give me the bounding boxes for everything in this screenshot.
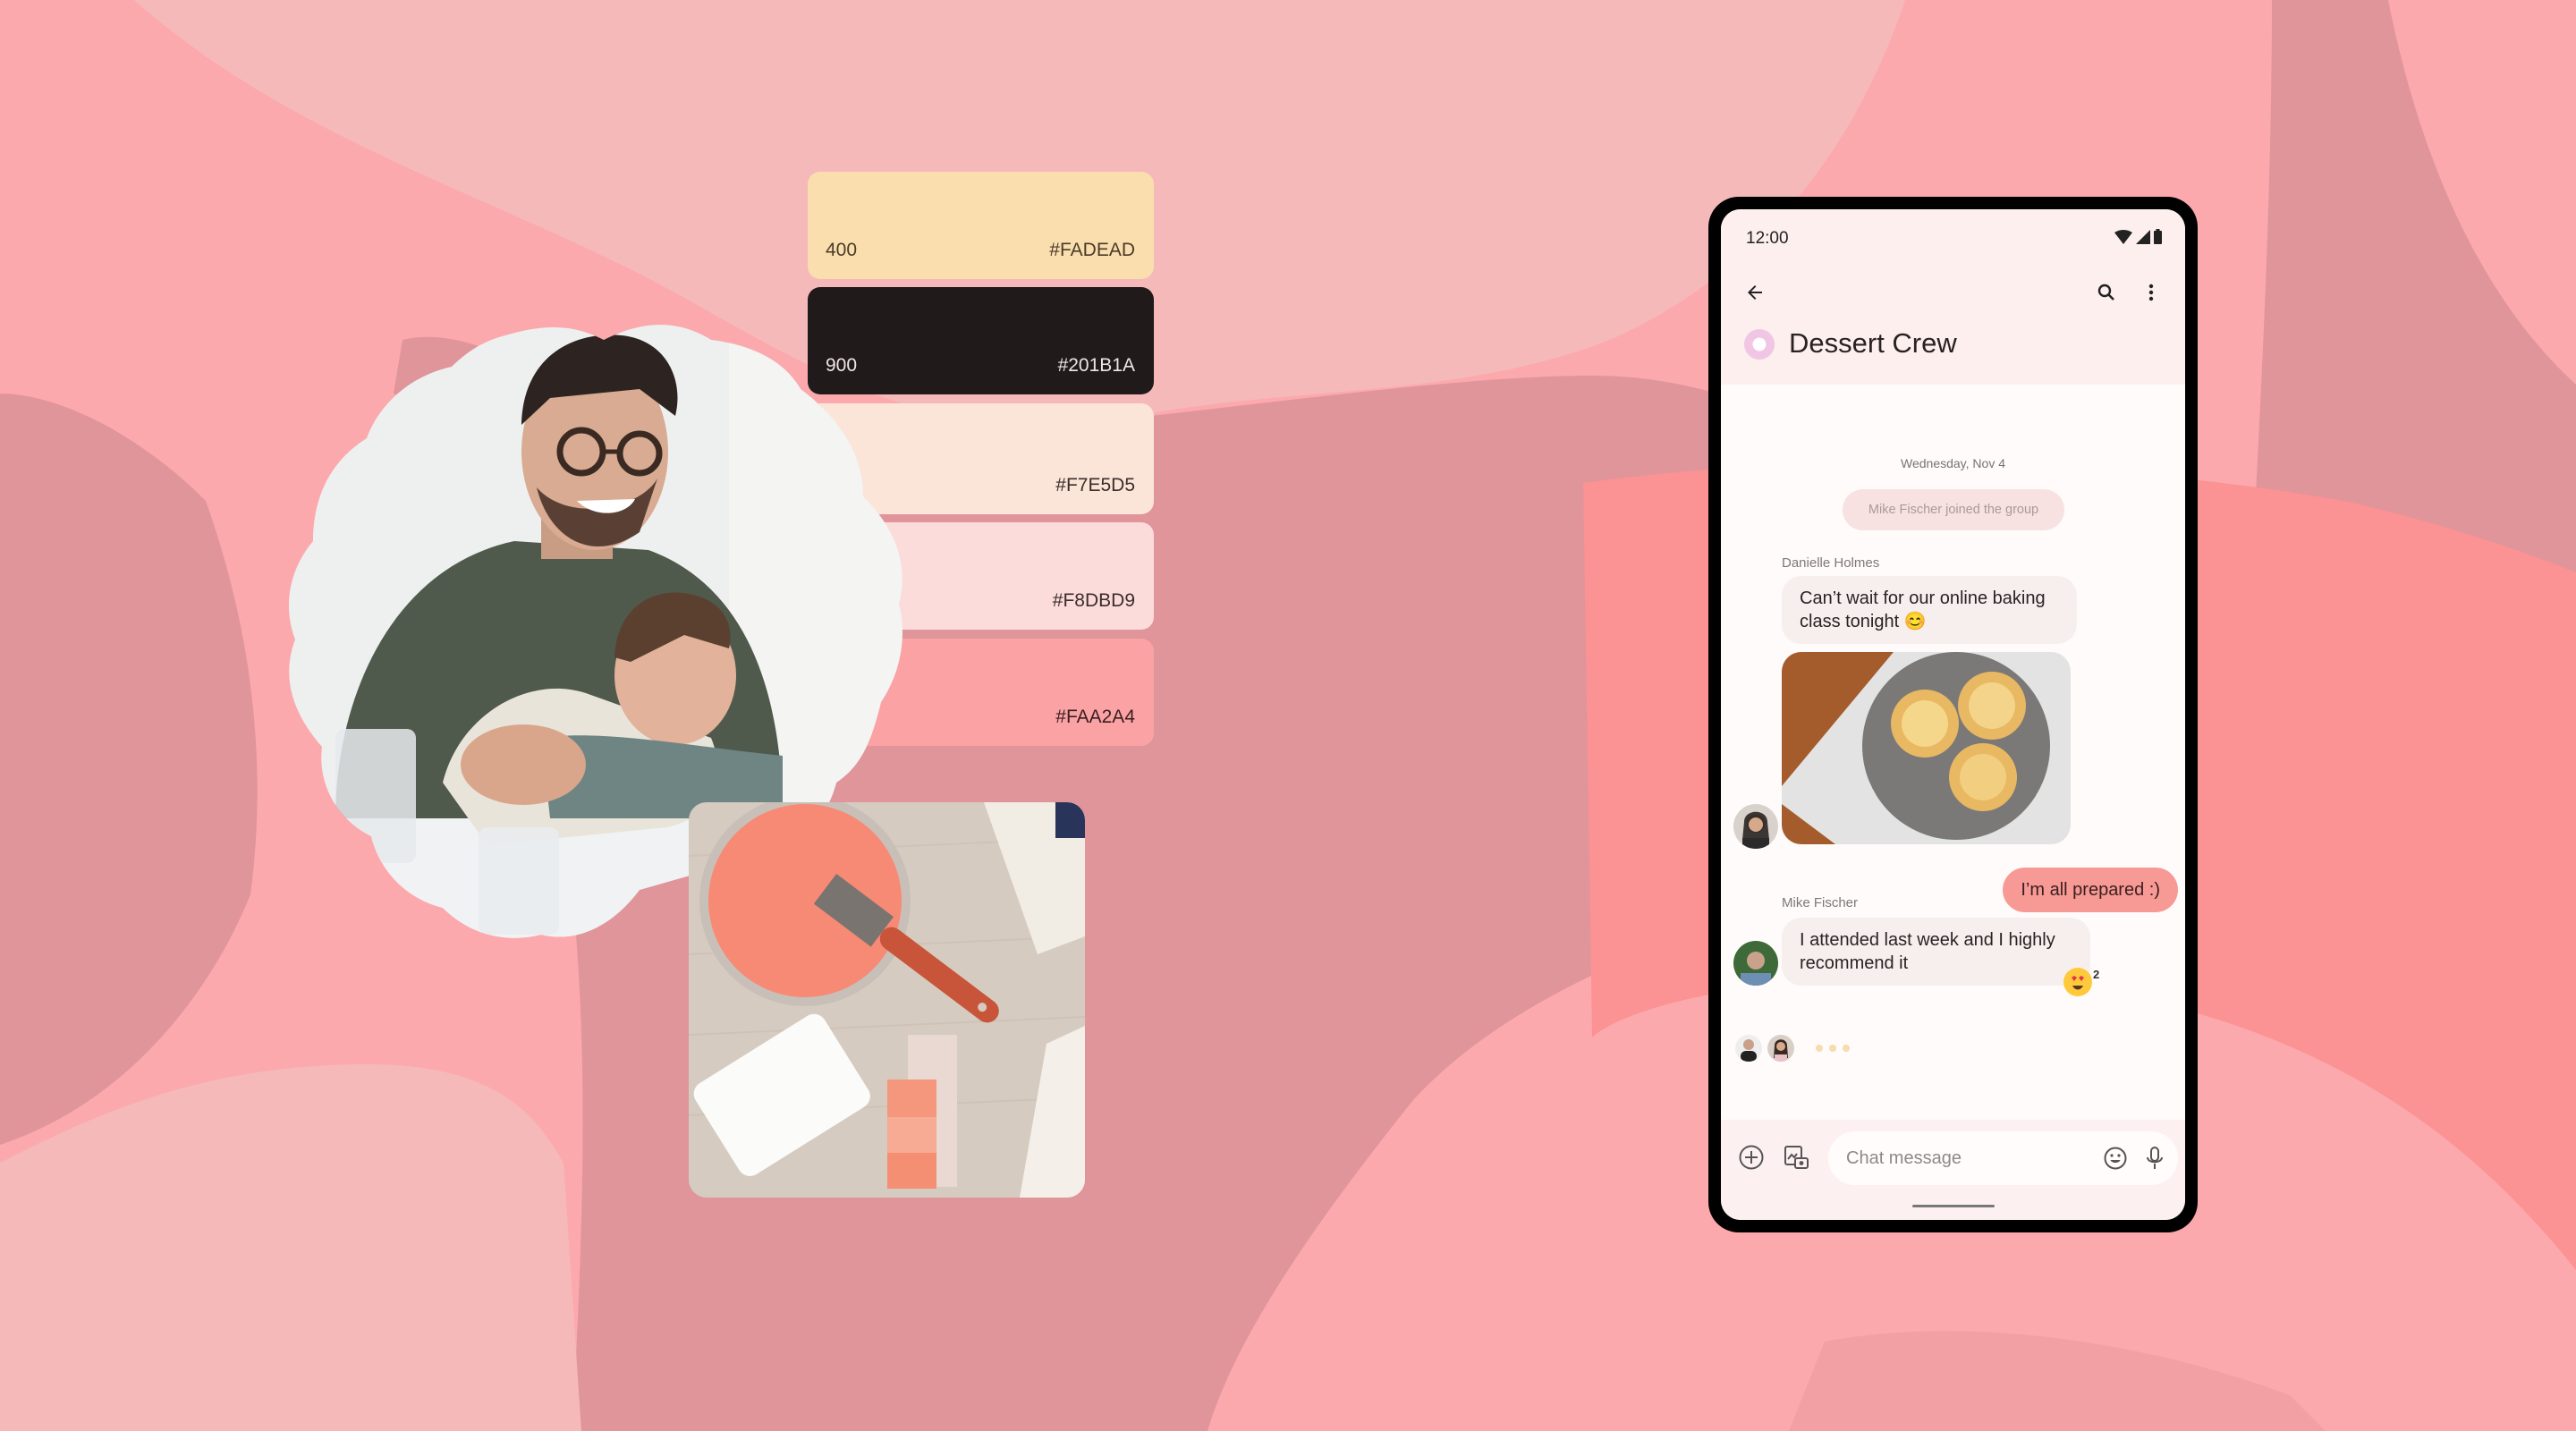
message-bubble-outgoing[interactable]: I’m all prepared :)	[2003, 868, 2178, 912]
swatch-hex: #FADEAD	[1049, 240, 1135, 260]
more-options-button[interactable]	[2133, 275, 2169, 310]
color-swatch-400: 400 #FADEAD	[808, 172, 1154, 279]
chat-message-input[interactable]	[1846, 1131, 2079, 1185]
gallery-camera-icon	[1784, 1146, 1809, 1169]
more-vert-icon	[2148, 284, 2154, 301]
typing-avatar	[1767, 1035, 1794, 1062]
avatar-photo	[1767, 1035, 1794, 1062]
message-image-attachment[interactable]	[1782, 652, 2071, 844]
heart-eyes-face	[2064, 969, 2091, 995]
voice-input-button[interactable]	[2137, 1140, 2173, 1176]
paint-photo	[689, 802, 1085, 1198]
sender-name: Mike Fischer	[1782, 895, 1859, 910]
emoji-button[interactable]	[2097, 1140, 2133, 1176]
avatar-photo	[1735, 1035, 1762, 1062]
egg-tarts-photo	[1782, 652, 2071, 844]
date-separator: Wednesday, Nov 4	[1901, 456, 2005, 470]
microphone-icon	[2147, 1147, 2163, 1169]
back-arrow-icon	[1748, 285, 1762, 300]
battery-icon	[2154, 229, 2162, 244]
add-attachment-button[interactable]	[1733, 1139, 1769, 1175]
typing-avatar	[1735, 1035, 1762, 1062]
phone-frame: 12:00 Dessert Crew Wednesday, Nov 4 Mike…	[1708, 197, 2198, 1232]
group-avatar[interactable]	[1744, 329, 1775, 360]
message-reaction[interactable]: 2	[2063, 968, 2099, 996]
avatar-danielle-holmes[interactable]	[1733, 804, 1778, 849]
messages-app-screen: 12:00 Dessert Crew Wednesday, Nov 4 Mike…	[1721, 209, 2185, 1220]
signal-icon	[2136, 229, 2150, 244]
back-button[interactable]	[1737, 275, 1773, 310]
conversation-title[interactable]: Dessert Crew	[1789, 327, 1957, 360]
avatar-photo	[1733, 804, 1778, 849]
message-bubble-incoming[interactable]: I attended last week and I highly recomm…	[1782, 918, 2090, 986]
status-time: 12:00	[1746, 229, 1789, 248]
heart-eyes-emoji-icon	[2063, 968, 2092, 996]
emoji-icon	[2104, 1147, 2127, 1170]
typing-dots	[1816, 1045, 1850, 1052]
typing-indicator	[1735, 1035, 1850, 1062]
avatar-mike-fischer[interactable]	[1733, 941, 1778, 986]
swatch-hex: #F7E5D5	[1055, 475, 1135, 495]
paint-photo-art	[689, 802, 1085, 1198]
search-button[interactable]	[2089, 275, 2124, 310]
swatch-hex: #FAA2A4	[1055, 707, 1135, 727]
message-bubble-incoming[interactable]: Can’t wait for our online baking class t…	[1782, 576, 2077, 644]
message-composer	[1721, 1120, 2185, 1220]
system-message: Mike Fischer joined the group	[1843, 489, 2064, 530]
gesture-navigation-bar[interactable]	[1912, 1205, 1995, 1207]
swatch-hex: #F8DBD9	[1052, 590, 1135, 611]
chat-message-field[interactable]	[1828, 1131, 2178, 1185]
sender-name: Danielle Holmes	[1782, 555, 1880, 571]
wifi-icon	[2114, 229, 2132, 244]
avatar-photo	[1733, 941, 1778, 986]
swatch-tone: 400	[826, 240, 858, 260]
gallery-camera-button[interactable]	[1778, 1139, 1814, 1175]
status-icons	[2114, 229, 2162, 244]
search-icon	[2097, 284, 2114, 301]
add-circle-icon	[1739, 1145, 1764, 1170]
swatch-hex: #201B1A	[1057, 355, 1135, 376]
app-bar: 12:00 Dessert Crew	[1721, 209, 2185, 385]
reaction-count: 2	[2093, 968, 2100, 981]
